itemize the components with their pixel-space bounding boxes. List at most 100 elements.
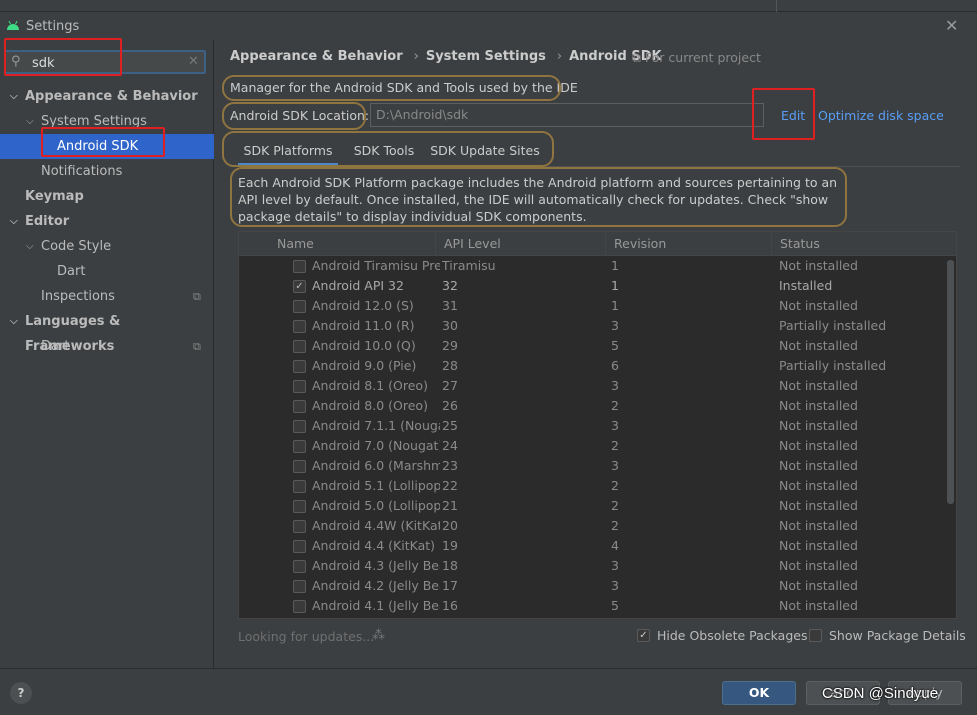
tree-item-code-style[interactable]: ⌵ Code Style: [0, 234, 214, 259]
edit-link[interactable]: Edit: [781, 108, 805, 123]
help-button[interactable]: ?: [10, 682, 32, 704]
package-checkbox[interactable]: [293, 460, 306, 473]
table-header: Name API Level Revision Status: [239, 232, 956, 256]
show-details-label[interactable]: Show Package Details: [829, 628, 966, 643]
clear-search-icon[interactable]: ✕: [188, 54, 199, 69]
table-row[interactable]: Android 9.0 (Pie) 28 6 Partially installed: [239, 356, 945, 376]
package-checkbox[interactable]: [293, 360, 306, 373]
cell-name: Android API 32: [312, 278, 404, 293]
package-checkbox[interactable]: [293, 340, 306, 353]
package-checkbox[interactable]: [293, 500, 306, 513]
cell-status: Not installed: [779, 338, 858, 353]
package-checkbox[interactable]: ✓: [293, 280, 306, 293]
table-row[interactable]: Android 10.0 (Q) 29 5 Not installed: [239, 336, 945, 356]
tree-item-appearance-behavior[interactable]: ⌵ Appearance & Behavior: [0, 84, 214, 109]
android-sdk-panel: Appearance & Behavior › System Settings › An…: [214, 40, 977, 668]
table-row[interactable]: Android 4.4W (KitKat Wear)20 2 Not install…: [239, 516, 945, 536]
table-row[interactable]: ✓ Android API 32 32 1 Installed: [239, 276, 945, 296]
tab-sdk-platforms[interactable]: SDK Platforms: [238, 136, 338, 166]
cell-revision: 2: [611, 438, 619, 453]
column-header-api-level[interactable]: API Level: [435, 232, 605, 256]
show-details-checkbox[interactable]: [809, 629, 822, 642]
package-checkbox[interactable]: [293, 560, 306, 573]
table-row[interactable]: Android 6.0 (Marshmallow)23 3 Not installe…: [239, 456, 945, 476]
cell-api-level: 27: [442, 378, 458, 393]
hide-obsolete-label[interactable]: Hide Obsolete Packages: [657, 628, 807, 643]
ok-button[interactable]: OK: [722, 681, 796, 705]
column-header-name[interactable]: Name: [269, 232, 435, 256]
sdk-location-label: Android SDK Location:: [230, 108, 370, 123]
package-checkbox[interactable]: [293, 300, 306, 313]
sdk-location-input[interactable]: D:\Android\sdk: [370, 103, 764, 127]
cell-name: Android 7.1.1 (Nougat): [312, 418, 440, 433]
search-input[interactable]: [32, 54, 182, 72]
tree-item-label: Notifications: [41, 164, 123, 179]
column-header-revision[interactable]: Revision: [605, 232, 771, 256]
table-row[interactable]: Android 8.1 (Oreo) 27 3 Not installed: [239, 376, 945, 396]
cell-revision: 3: [611, 578, 619, 593]
cell-name: Android 8.1 (Oreo): [312, 378, 428, 393]
tree-item-system-settings[interactable]: ⌵ System Settings: [0, 109, 214, 134]
table-row[interactable]: Android 7.0 (Nougat) 24 2 Not installed: [239, 436, 945, 456]
tree-item-notifications[interactable]: Notifications: [0, 159, 214, 184]
chevron-down-icon[interactable]: ⌵: [26, 234, 34, 259]
package-checkbox[interactable]: [293, 580, 306, 593]
package-checkbox[interactable]: [293, 400, 306, 413]
scrollbar-thumb[interactable]: [947, 260, 954, 504]
cell-api-level: 30: [442, 318, 458, 333]
chevron-down-icon[interactable]: ⌵: [10, 84, 18, 109]
cell-status: Not installed: [779, 518, 858, 533]
optimize-disk-space-link[interactable]: Optimize disk space: [818, 108, 944, 123]
chevron-down-icon[interactable]: ⌵: [10, 309, 18, 334]
tree-item-label: Android SDK: [57, 139, 139, 154]
chevron-down-icon[interactable]: ⌵: [26, 109, 34, 134]
package-checkbox[interactable]: [293, 380, 306, 393]
cell-status: Partially installed: [779, 318, 887, 333]
tree-item-android-sdk[interactable]: Android SDK: [0, 134, 214, 159]
cell-status: Not installed: [779, 578, 858, 593]
title-bar: Settings ✕: [0, 12, 977, 40]
package-checkbox[interactable]: [293, 440, 306, 453]
table-row[interactable]: Android 4.3 (Jelly Bean)18 3 Not installed: [239, 556, 945, 576]
tree-item-keymap[interactable]: Keymap: [0, 184, 214, 209]
cell-status: Not installed: [779, 498, 858, 513]
cell-status: Not installed: [779, 298, 858, 313]
package-checkbox[interactable]: [293, 260, 306, 273]
table-row[interactable]: Android 8.0 (Oreo) 26 2 Not installed: [239, 396, 945, 416]
tree-item-languages-frameworks[interactable]: ⌵ Languages & Frameworks: [0, 309, 214, 354]
hide-obsolete-checkbox[interactable]: ✓: [637, 629, 650, 642]
package-checkbox[interactable]: [293, 600, 306, 613]
cell-api-level: 16: [442, 598, 458, 613]
package-checkbox[interactable]: [293, 320, 306, 333]
table-row[interactable]: Android 11.0 (R) 30 3 Partially installed: [239, 316, 945, 336]
search-field[interactable]: ⚲ ✕: [4, 50, 206, 74]
cell-status: Partially installed: [779, 358, 887, 373]
tree-item-editor[interactable]: ⌵ Editor: [0, 209, 214, 234]
close-icon[interactable]: ✕: [945, 16, 958, 35]
chevron-down-icon[interactable]: ⌵: [10, 209, 18, 234]
table-row[interactable]: Android Tiramisu PreviewTiramisu 1 Not ins…: [239, 256, 945, 276]
table-row[interactable]: Android 4.4 (KitKat) 19 4 Not installed: [239, 536, 945, 556]
tab-sdk-tools[interactable]: SDK Tools: [348, 136, 420, 166]
table-scrollbar[interactable]: [945, 256, 956, 618]
table-row[interactable]: Android 5.1 (Lollipop) 22 2 Not installed: [239, 476, 945, 496]
table-row[interactable]: Android 4.2 (Jelly Bean)17 3 Not installed: [239, 576, 945, 596]
column-header-status[interactable]: Status: [771, 232, 945, 256]
table-row[interactable]: Android 5.0 (Lollipop) 21 2 Not installed: [239, 496, 945, 516]
cell-api-level: 17: [442, 578, 458, 593]
package-checkbox[interactable]: [293, 480, 306, 493]
package-checkbox[interactable]: [293, 420, 306, 433]
table-row[interactable]: Android 4.1 (Jelly Bean)16 5 Not installed: [239, 596, 945, 616]
tab-sdk-update-sites[interactable]: SDK Update Sites: [430, 136, 540, 166]
cell-api-level: 25: [442, 418, 458, 433]
tree-item-dart-code-style[interactable]: Dart: [0, 259, 214, 284]
table-row[interactable]: Android 7.1.1 (Nougat)25 3 Not installed: [239, 416, 945, 436]
cell-api-level: 29: [442, 338, 458, 353]
tree-item-inspections[interactable]: Inspections ⧉: [0, 284, 214, 309]
tree-item-dart-languages[interactable]: Dart ⧉: [0, 334, 214, 359]
table-row[interactable]: Android 12.0 (S) 31 1 Not installed: [239, 296, 945, 316]
breadcrumb-item: Appearance & Behavior: [230, 49, 403, 64]
package-checkbox[interactable]: [293, 540, 306, 553]
package-checkbox[interactable]: [293, 520, 306, 533]
cell-revision: 3: [611, 458, 619, 473]
